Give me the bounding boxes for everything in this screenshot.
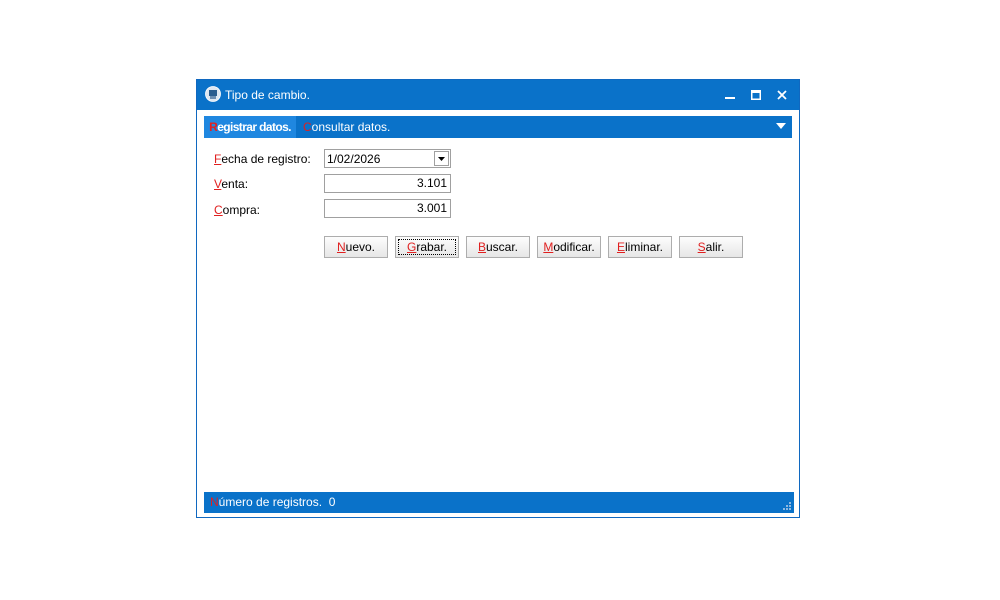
tab-mnemonic: C — [303, 120, 312, 134]
button-mnemonic: S — [697, 240, 706, 254]
button-label: rabar. — [416, 240, 448, 254]
minimize-icon — [725, 97, 735, 99]
compra-label: Compra: — [214, 203, 260, 217]
maximize-icon — [751, 90, 761, 100]
money-icon — [205, 86, 221, 102]
tab-consultar-datos[interactable]: Consultar datos. — [303, 116, 390, 138]
resize-grip-icon[interactable] — [782, 501, 792, 511]
date-dropdown-button[interactable] — [434, 151, 449, 166]
compra-input[interactable]: 3.001 — [324, 199, 451, 218]
compra-mnemonic: C — [214, 203, 223, 217]
button-mnemonic: G — [406, 240, 417, 254]
fecha-label-text: echa de registro: — [221, 152, 311, 166]
button-label: odificar. — [553, 240, 595, 254]
status-mnemonic: N — [210, 495, 219, 509]
button-label: alir. — [705, 240, 725, 254]
tipo-de-cambio-window: Tipo de cambio. Registrar datos. Consult… — [196, 79, 800, 518]
status-text: Número de registros. 0 — [210, 492, 335, 513]
chevron-down-icon[interactable] — [776, 123, 786, 130]
fecha-label: Fecha de registro: — [214, 152, 311, 166]
tab-label: onsultar datos. — [311, 120, 391, 134]
close-button[interactable] — [769, 80, 795, 110]
close-icon — [777, 90, 787, 100]
modificar-button[interactable]: Modificar. — [537, 236, 601, 258]
compra-label-text: ompra: — [222, 203, 261, 217]
record-count: 0 — [328, 495, 336, 509]
eliminar-button[interactable]: Eliminar. — [608, 236, 672, 258]
status-label: úmero de registros. — [218, 495, 323, 509]
button-label: uscar. — [486, 240, 519, 254]
buscar-button[interactable]: Buscar. — [466, 236, 530, 258]
button-mnemonic: B — [477, 240, 486, 254]
window-title: Tipo de cambio. — [225, 88, 310, 102]
button-mnemonic: E — [616, 240, 625, 254]
fecha-value: 1/02/2026 — [327, 152, 381, 166]
button-label: uevo. — [345, 240, 376, 254]
venta-label: Venta: — [214, 177, 248, 191]
button-mnemonic: M — [543, 240, 554, 254]
tab-label: egistrar datos. — [217, 120, 291, 134]
button-mnemonic: N — [336, 240, 346, 254]
tab-bar: Registrar datos. Consultar datos. — [204, 116, 792, 138]
button-label: liminar. — [625, 240, 664, 254]
status-bar: Número de registros. 0 — [204, 492, 794, 513]
title-bar[interactable]: Tipo de cambio. — [197, 80, 799, 110]
salir-button[interactable]: Salir. — [679, 236, 743, 258]
venta-label-text: enta: — [221, 177, 249, 191]
fecha-date-picker[interactable]: 1/02/2026 — [324, 149, 451, 168]
tab-mnemonic: R — [209, 120, 218, 134]
grabar-button[interactable]: Grabar. — [395, 236, 459, 258]
tab-registrar-datos[interactable]: Registrar datos. — [204, 116, 296, 138]
venta-input[interactable]: 3.101 — [324, 174, 451, 193]
minimize-button[interactable] — [717, 80, 743, 110]
nuevo-button[interactable]: Nuevo. — [324, 236, 388, 258]
maximize-button[interactable] — [743, 80, 769, 110]
dropdown-arrow-icon — [438, 156, 445, 161]
